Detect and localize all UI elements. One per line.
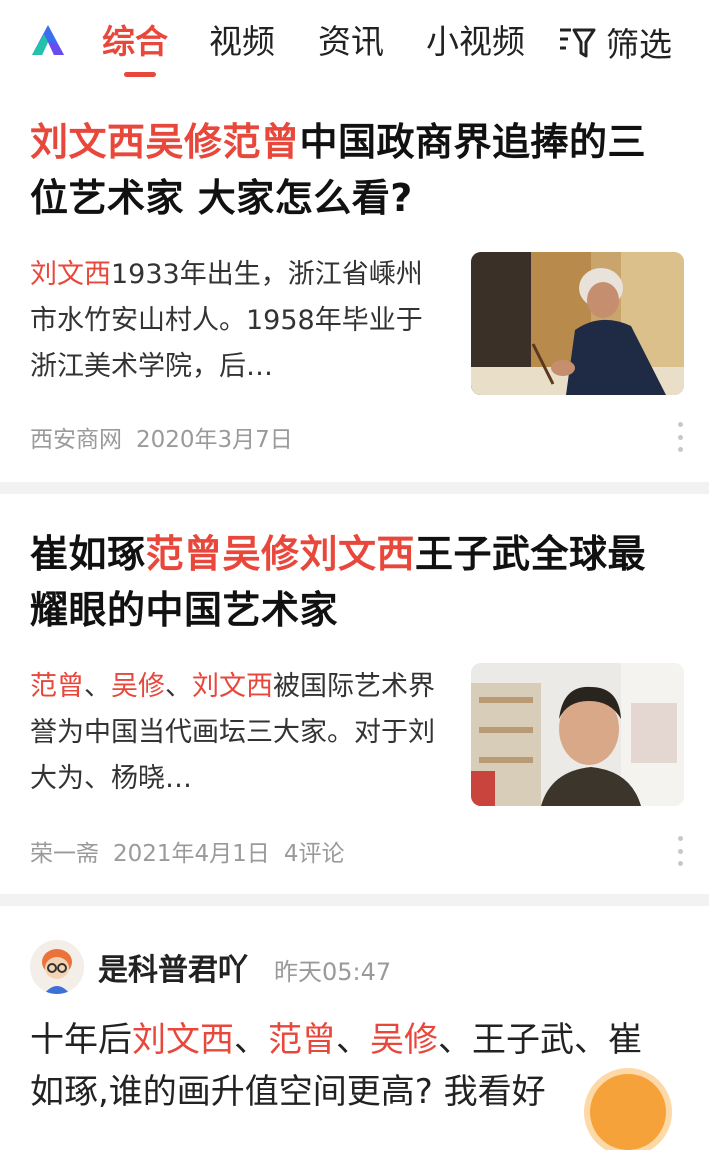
article-source[interactable]: 荣一斋: [30, 841, 99, 867]
dot-icon: [677, 422, 683, 427]
post-text-part: 、: [234, 1020, 268, 1060]
snippet-highlight: 刘文西: [30, 259, 111, 290]
tab-news[interactable]: 资讯: [318, 18, 384, 66]
article-date: 2020年3月7日: [136, 427, 293, 453]
artist-painting-photo: [471, 252, 684, 395]
active-tab-indicator: [124, 72, 156, 77]
dot-icon: [677, 836, 683, 841]
snippet-highlight: 刘文西: [192, 671, 273, 702]
filter-icon: [560, 28, 596, 58]
avatar-cartoon-icon: [30, 940, 84, 994]
snippet-text: 、: [84, 671, 111, 702]
article-snippet: 范曾、吴修、刘文西被国际艺术界誉为中国当代画坛三大家。对于刘大为、杨晓…: [30, 664, 435, 802]
top-nav-bar: 综合 视频 资讯 小视频 筛选: [0, 0, 709, 84]
tab-comprehensive[interactable]: 综合: [102, 18, 168, 66]
post-time: 昨天05:47: [274, 958, 392, 986]
card-divider: [0, 482, 709, 494]
article-title[interactable]: 崔如琢范曾吴修刘文西王子武全球最耀眼的中国艺术家: [30, 526, 680, 638]
article-title[interactable]: 刘文西吴修范曾中国政商界追捧的三位艺术家 大家怎么看?: [30, 114, 680, 226]
article-card[interactable]: 刘文西吴修范曾中国政商界追捧的三位艺术家 大家怎么看? 刘文西1933年出生，浙…: [0, 84, 709, 482]
dot-icon: [677, 434, 683, 440]
more-options-button[interactable]: [676, 836, 684, 866]
article-snippet: 刘文西1933年出生，浙江省嵊州市水竹安山村人。1958年毕业于浙江美术学院，后…: [30, 252, 435, 390]
title-highlight: 范曾吴修刘文西: [145, 532, 416, 576]
article-comments[interactable]: 4评论: [284, 841, 345, 867]
filter-button[interactable]: 筛选: [556, 18, 672, 66]
snippet-highlight: 范曾: [30, 671, 84, 702]
tab-short-video[interactable]: 小视频: [426, 18, 525, 66]
app-logo-icon[interactable]: [28, 22, 68, 60]
filter-label: 筛选: [606, 25, 672, 64]
article-thumbnail[interactable]: [471, 663, 684, 806]
post-text-part: 十年后: [30, 1020, 132, 1060]
post-text-highlight: 范曾: [268, 1020, 336, 1060]
post-text[interactable]: 十年后刘文西、范曾、吴修、王子武、崔如琢,谁的画升值空间更高? 我看好: [30, 1014, 670, 1118]
snippet-highlight: 吴修: [111, 671, 165, 702]
author-name[interactable]: 是科普君吖: [98, 945, 248, 989]
title-text: 崔如琢: [30, 532, 146, 576]
article-date: 2021年4月1日: [113, 841, 270, 867]
dot-icon: [677, 447, 683, 452]
dot-icon: [677, 848, 683, 854]
title-highlight: 刘文西吴修范曾: [30, 120, 300, 164]
article-thumbnail[interactable]: [471, 252, 684, 395]
article-card[interactable]: 崔如琢范曾吴修刘文西王子武全球最耀眼的中国艺术家 范曾、吴修、刘文西被国际艺术界…: [0, 494, 709, 894]
more-options-button[interactable]: [676, 422, 684, 452]
snippet-text: 、: [165, 671, 192, 702]
article-meta: 荣一斋 2021年4月1日 4评论: [30, 834, 358, 868]
article-meta: 西安商网 2020年3月7日: [30, 420, 307, 454]
dot-icon: [677, 861, 683, 866]
post-text-highlight: 吴修: [370, 1020, 438, 1060]
man-portrait-photo: [471, 663, 684, 806]
article-source[interactable]: 西安商网: [30, 427, 122, 453]
post-text-highlight: 刘文西: [132, 1020, 234, 1060]
card-divider: [0, 894, 709, 906]
author-avatar[interactable]: [30, 940, 84, 994]
tab-video[interactable]: 视频: [209, 18, 275, 66]
floating-action-button[interactable]: [590, 1074, 666, 1150]
post-text-part: 、: [336, 1020, 370, 1060]
